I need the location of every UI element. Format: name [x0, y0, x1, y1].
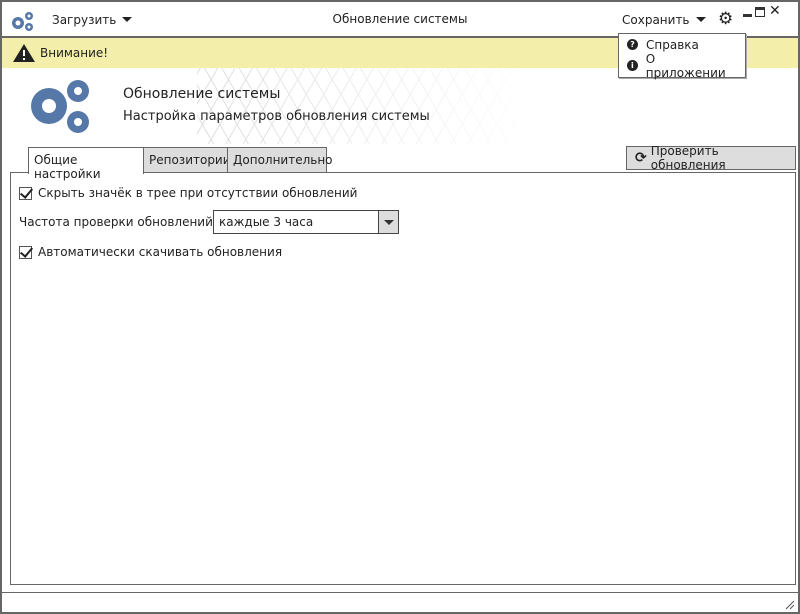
header-pattern — [197, 68, 537, 144]
status-bar — [2, 592, 798, 614]
app-window: Загрузить Обновление системы Сохранить ⚙… — [0, 0, 800, 614]
frequency-select[interactable]: каждые 3 часа — [213, 210, 399, 234]
menu-item-label: Справка — [646, 37, 699, 52]
chevron-down-icon — [695, 17, 706, 27]
load-menu-button[interactable]: Загрузить — [52, 12, 133, 27]
header-subtitle: Настройка параметров обновления системы — [123, 109, 430, 124]
tab-general[interactable]: Общие настройки — [28, 147, 144, 181]
check-updates-label: Проверить обновления — [650, 144, 726, 172]
hide-tray-icon-checkbox[interactable]: Скрыть значёк в трее при отсутствии обно… — [19, 186, 357, 200]
menu-item-about[interactable]: i О приложении — [619, 52, 745, 80]
question-circle-icon: ? — [627, 39, 638, 50]
info-circle-icon: i — [627, 60, 638, 71]
checkbox-checked-icon — [19, 186, 32, 200]
tab-advanced[interactable]: Дополнительно — [227, 147, 333, 173]
tab-panel-general — [10, 172, 796, 585]
header-gears-icon — [31, 80, 89, 133]
menu-item-label: О приложении — [645, 51, 726, 80]
close-button[interactable]: ✕ — [769, 3, 781, 19]
warning-icon — [13, 44, 35, 62]
checkbox-checked-icon — [19, 245, 32, 259]
hide-tray-icon-label: Скрыть значёк в трее при отсутствии обно… — [38, 186, 358, 200]
dropdown-arrow-icon[interactable] — [378, 211, 398, 233]
maximize-button[interactable] — [755, 7, 765, 17]
alert-text: Внимание! — [40, 46, 109, 60]
tab-repositories[interactable]: Репозитории — [143, 147, 231, 173]
load-label: Загрузить — [52, 12, 117, 27]
save-menu-button[interactable]: Сохранить — [622, 12, 706, 27]
check-updates-button[interactable]: ⟳ Проверить обновления — [626, 144, 796, 172]
resize-grip-icon[interactable] — [783, 598, 795, 610]
chevron-down-icon — [122, 17, 133, 27]
save-label: Сохранить — [622, 12, 690, 27]
save-dropdown-menu: ? Справка i О приложении — [618, 33, 746, 80]
frequency-label: Частота проверки обновлений — [19, 215, 213, 229]
auto-download-checkbox[interactable]: Автоматически скачивать обновления — [19, 245, 282, 259]
auto-download-label: Автоматически скачивать обновления — [38, 245, 283, 259]
refresh-icon: ⟳ — [635, 150, 647, 166]
app-gears-icon — [12, 12, 33, 31]
frequency-value: каждые 3 часа — [219, 215, 314, 229]
minimize-button[interactable] — [743, 14, 752, 17]
gear-icon[interactable]: ⚙ — [718, 9, 733, 29]
header-title: Обновление системы — [123, 86, 281, 102]
